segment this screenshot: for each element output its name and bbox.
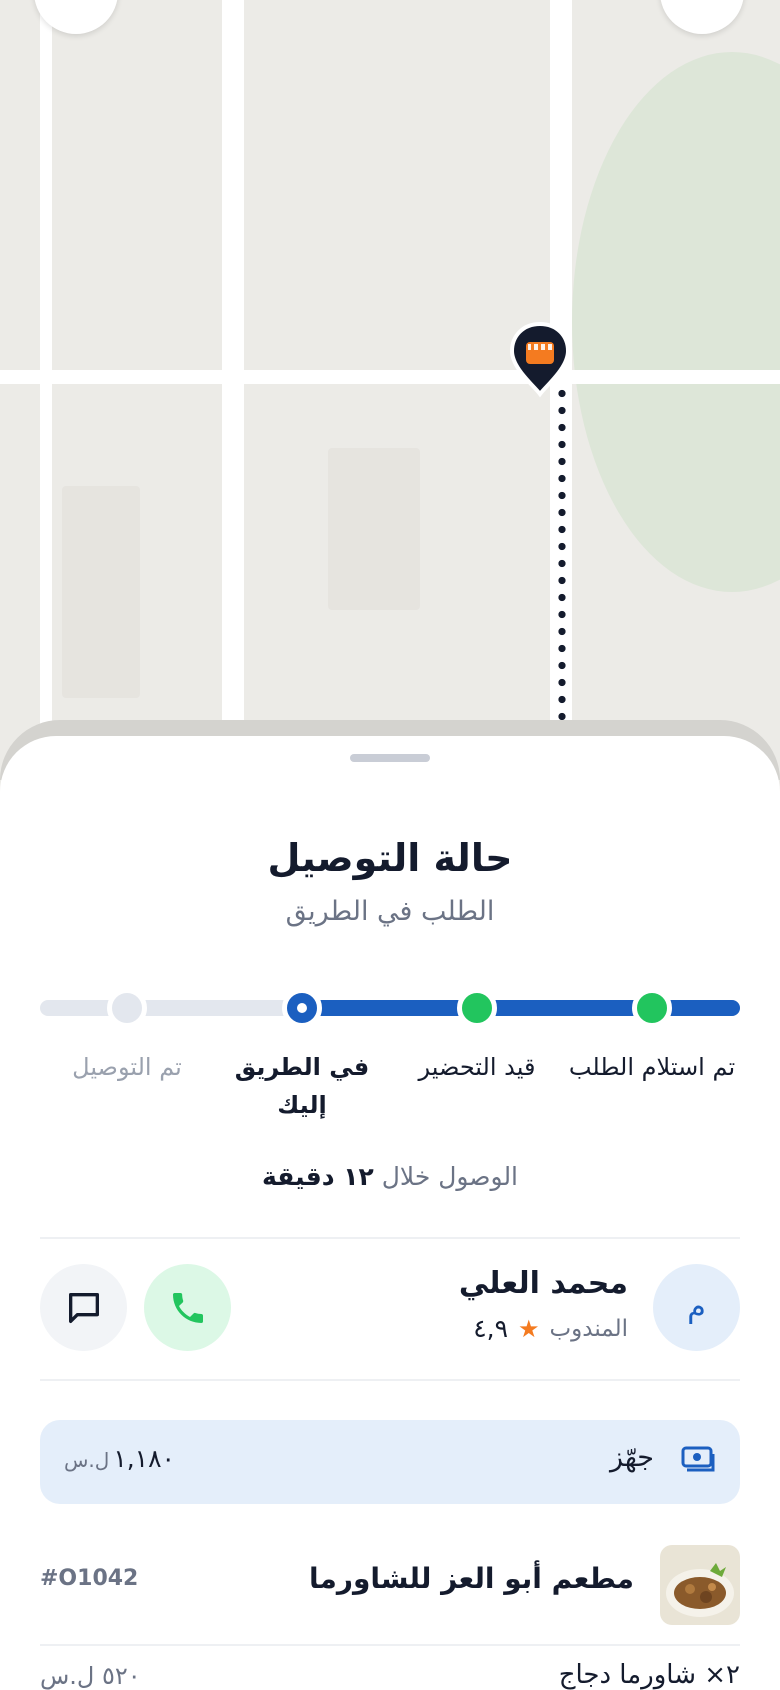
step-dot-delivered <box>107 988 147 1028</box>
page-title: حالة التوصيل <box>267 836 513 880</box>
divider <box>40 1379 740 1381</box>
courier-avatar: م <box>653 1264 740 1351</box>
sheet-drag-handle[interactable] <box>350 754 430 762</box>
order-item-price-value: ٥٢٠ <box>102 1662 141 1690</box>
map-building <box>328 448 420 610</box>
eta-value: ١٢ دقيقة <box>261 1162 374 1191</box>
step-dot-received <box>632 988 672 1028</box>
order-item-currency: ل.س <box>40 1662 95 1690</box>
star-icon: ★ <box>518 1314 540 1343</box>
step-label-received: تم استلام الطلب <box>568 1053 736 1081</box>
chat-icon <box>69 1293 100 1323</box>
call-courier-button[interactable] <box>144 1264 231 1351</box>
chat-courier-button[interactable] <box>40 1264 127 1351</box>
store-location-pin[interactable] <box>508 320 572 398</box>
cash-icon <box>681 1446 715 1472</box>
payment-label: جهّز <box>609 1442 654 1473</box>
order-item-price: ٥٢٠ ل.س <box>40 1662 141 1690</box>
step-label-on-the-way: في الطريق إليك <box>234 1053 370 1119</box>
location-button[interactable] <box>660 0 744 34</box>
step-label-preparing: قيد التحضير <box>418 1053 536 1081</box>
payment-amount: ١,١٨٠ل.س <box>64 1444 175 1473</box>
step-dot-on-the-way <box>282 988 322 1028</box>
divider <box>40 1644 740 1646</box>
map-view[interactable] <box>0 0 780 760</box>
delivery-route <box>558 385 566 745</box>
step-label-delivered: تم التوصيل <box>72 1053 182 1081</box>
payment-amount-value: ١,١٨٠ <box>113 1444 175 1473</box>
eta-text: الوصول خلال ١٢ دقيقة <box>0 1162 780 1191</box>
courier-role: المندوب <box>549 1315 628 1342</box>
map-building <box>62 486 140 698</box>
order-item-name: ٢× شاورما دجاج <box>558 1660 740 1690</box>
map-park-area <box>572 52 780 592</box>
courier-name: محمد العلي <box>458 1266 628 1301</box>
delivery-status-sheet: حالة التوصيل الطلب في الطريق تم استلام ا… <box>0 736 780 1690</box>
courier-meta: المندوب ★ ٤,٩ <box>473 1314 628 1343</box>
payment-currency: ل.س <box>64 1448 110 1472</box>
map-road <box>0 370 780 384</box>
restaurant-name: مطعم أبو العز للشاورما <box>309 1562 634 1595</box>
courier-rating: ٤,٩ <box>473 1314 509 1343</box>
status-subtitle: الطلب في الطريق <box>285 896 495 927</box>
phone-icon <box>173 1293 203 1323</box>
progress-fill <box>300 1000 740 1016</box>
eta-prefix: الوصول خلال <box>381 1162 519 1191</box>
restaurant-thumbnail <box>660 1545 740 1625</box>
payment-card: جهّز ١,١٨٠ل.س <box>40 1420 740 1504</box>
store-icon <box>526 342 554 364</box>
order-id: #O1042 <box>40 1566 139 1591</box>
divider <box>40 1237 740 1239</box>
step-dot-preparing <box>457 988 497 1028</box>
